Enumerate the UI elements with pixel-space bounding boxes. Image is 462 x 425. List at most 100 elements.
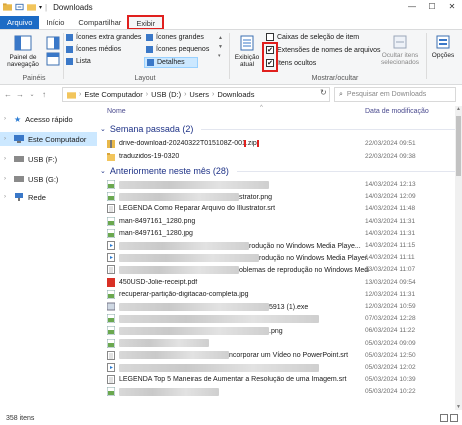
breadcrumb-chevron-icon: › bbox=[184, 91, 187, 98]
scroll-up-arrow-icon[interactable]: ▲ bbox=[456, 106, 461, 112]
group-header-last-week[interactable]: ⌄ Semana passada (2) bbox=[100, 122, 455, 136]
maximize-button[interactable]: ☐ bbox=[422, 0, 442, 12]
layout-list[interactable]: Lista bbox=[66, 58, 91, 65]
details-pane-icon[interactable] bbox=[46, 52, 60, 66]
layout-small-icons[interactable]: Ícones pequenos bbox=[146, 46, 209, 53]
large-icons-label: Ícones grandes bbox=[156, 34, 204, 41]
expand-chevron-icon[interactable]: › bbox=[4, 156, 10, 162]
navigation-pane: › ★ Acesso rápido › Este Computador › US… bbox=[0, 106, 97, 410]
breadcrumb-item[interactable]: Este Computador bbox=[84, 90, 142, 99]
expand-chevron-icon[interactable]: › bbox=[4, 136, 10, 142]
breadcrumb-item[interactable]: USB (D:) bbox=[151, 90, 181, 99]
list-item[interactable]: 14/03/2024 12:13 bbox=[100, 179, 455, 190]
details-view-icon[interactable] bbox=[440, 414, 448, 422]
list-item[interactable]: rodução no Windows Media Player.mp414/03… bbox=[100, 252, 455, 263]
breadcrumb-item[interactable]: Downloads bbox=[217, 90, 254, 99]
layout-medium-icons[interactable]: Ícones médios bbox=[66, 46, 121, 53]
list-item[interactable]: 450USD-Jolie-receipt.pdf 13/03/2024 09:54 bbox=[100, 277, 455, 288]
image-icon bbox=[100, 180, 119, 189]
list-item[interactable]: .png 06/03/2024 11:22 bbox=[100, 325, 455, 336]
file-name-text: rodução no Windows Media Player.mp4 bbox=[259, 254, 369, 262]
list-item[interactable]: LEGENDA Top 5 Maneiras de Aumentar a Res… bbox=[100, 374, 455, 385]
redacted-text bbox=[119, 314, 319, 323]
back-arrow-icon[interactable]: ← bbox=[2, 90, 14, 99]
scrollbar-thumb[interactable] bbox=[456, 116, 461, 176]
view-toggle-group bbox=[440, 414, 458, 422]
layout-extra-large-icons[interactable]: Ícones extra grandes bbox=[66, 34, 141, 41]
list-item[interactable]: man-8497161_1280.png 14/03/2024 11:31 bbox=[100, 216, 455, 227]
nav-item-network[interactable]: › Rede bbox=[0, 190, 97, 204]
collapse-chevron-icon[interactable]: ⌄ bbox=[100, 167, 106, 175]
address-path[interactable]: › Este Computador › USB (D:) › Users › D… bbox=[62, 87, 330, 102]
forward-arrow-icon[interactable]: → bbox=[14, 90, 26, 99]
current-view-button[interactable]: Exibição atual bbox=[232, 34, 262, 68]
file-name bbox=[119, 314, 369, 323]
list-item[interactable]: traduzidos-19-0320 22/03/2024 09:38 bbox=[100, 151, 455, 162]
list-item[interactable]: ncorporar um Vídeo no PowerPoint.srt 05/0… bbox=[100, 350, 455, 361]
file-name bbox=[119, 180, 369, 189]
layout-large-icons[interactable]: Ícones grandes bbox=[146, 34, 204, 41]
breadcrumb-chevron-icon: › bbox=[79, 91, 82, 98]
collapse-chevron-icon[interactable]: ⌄ bbox=[100, 125, 106, 133]
quick-access-dropdown-icon[interactable]: ▾ bbox=[39, 4, 42, 11]
hide-selected-button[interactable]: Ocultar itens selecionados bbox=[378, 34, 422, 66]
tab-view[interactable]: Exibir bbox=[127, 15, 165, 30]
list-item[interactable]: man-8497161_1280.jpg 14/03/2024 11:31 bbox=[100, 228, 455, 239]
sort-indicator-icon: ^ bbox=[260, 105, 263, 111]
properties-icon[interactable] bbox=[15, 3, 24, 11]
expand-chevron-icon[interactable]: › bbox=[4, 194, 10, 200]
new-folder-icon[interactable] bbox=[27, 3, 36, 11]
scroll-down-arrow-icon[interactable]: ▼ bbox=[456, 404, 461, 410]
file-extensions-label: Extensões de nomes de arquivos bbox=[277, 46, 381, 54]
refresh-icon[interactable]: ↻ bbox=[320, 88, 327, 97]
list-item[interactable]: 05/03/2024 10:22 bbox=[100, 386, 455, 397]
current-view-icon bbox=[240, 35, 254, 51]
nav-item-usb-f[interactable]: › USB (F:) bbox=[0, 152, 97, 166]
search-box[interactable]: ⌕ Pesquisar em Downloads bbox=[334, 87, 456, 102]
item-checkboxes-option[interactable]: Caixas de seleção de item bbox=[266, 33, 359, 41]
layout-details[interactable]: Detalhes bbox=[144, 57, 198, 68]
image-icon bbox=[100, 326, 119, 336]
tab-file[interactable]: Arquivo bbox=[0, 16, 40, 29]
list-item[interactable]: LEGENDA Como Reparar Arquivo do Illustra… bbox=[100, 203, 455, 214]
item-checkboxes-checkbox[interactable] bbox=[266, 33, 274, 41]
nav-item-quick-access[interactable]: › ★ Acesso rápido bbox=[0, 112, 97, 126]
breadcrumb-item[interactable]: Users bbox=[189, 90, 209, 99]
small-icons-icon bbox=[146, 46, 153, 53]
tab-share[interactable]: Compartilhar bbox=[71, 16, 128, 29]
minimize-button[interactable]: — bbox=[402, 0, 422, 12]
column-date-header[interactable]: Data de modificação bbox=[365, 108, 429, 115]
nav-item-usb-g[interactable]: › USB (G:) bbox=[0, 172, 97, 186]
list-item[interactable]: strator.png 14/03/2024 12:09 bbox=[100, 191, 455, 202]
group-header-earlier[interactable]: ⌄ Anteriormente neste mês (28) bbox=[100, 164, 455, 178]
file-date: 14/03/2024 12:09 bbox=[365, 193, 416, 201]
list-item[interactable]: 05/03/2024 09:09 bbox=[100, 338, 455, 349]
file-name: 450USD-Jolie-receipt.pdf bbox=[119, 279, 369, 286]
redacted-text bbox=[119, 351, 229, 360]
list-item[interactable]: drive-download-20240322T015108Z-001.zip … bbox=[100, 138, 455, 149]
expand-chevron-icon[interactable]: › bbox=[4, 116, 10, 122]
nav-item-this-pc[interactable]: › Este Computador bbox=[0, 132, 97, 146]
list-item[interactable]: 5913 (1).exe 12/03/2024 10:59 bbox=[100, 301, 455, 312]
expand-chevron-icon[interactable]: › bbox=[4, 176, 10, 182]
navigation-pane-button[interactable]: Painel de navegação bbox=[4, 34, 42, 68]
usb-drive-icon bbox=[14, 156, 24, 162]
large-icons-view-icon[interactable] bbox=[450, 414, 458, 422]
file-date: 14/03/2024 11:11 bbox=[365, 254, 415, 262]
file-extensions-option[interactable]: ✔ Extensões de nomes de arquivos bbox=[266, 46, 381, 54]
column-name-header[interactable]: Nome bbox=[107, 108, 126, 115]
recent-locations-icon[interactable]: ⌄ bbox=[26, 91, 38, 98]
tab-home[interactable]: Início bbox=[39, 16, 71, 29]
list-item[interactable]: oblemas de reprodução no Windows Media P… bbox=[100, 264, 455, 275]
options-button[interactable]: Opções bbox=[428, 34, 458, 59]
list-item[interactable]: 07/03/2024 12:28 bbox=[100, 313, 455, 324]
layout-scroll-arrows[interactable]: ▲ ▼ ▾ bbox=[218, 34, 223, 61]
list-item[interactable]: recuperar-partição-digitacao-completa.jp… bbox=[100, 289, 455, 300]
preview-pane-icon[interactable] bbox=[46, 36, 60, 50]
up-arrow-icon[interactable]: ↑ bbox=[38, 90, 50, 99]
list-item[interactable]: 05/03/2024 12:02 bbox=[100, 362, 455, 373]
file-date: 05/03/2024 12:02 bbox=[365, 364, 416, 371]
vertical-scrollbar[interactable]: ▲ ▼ bbox=[455, 106, 462, 410]
close-button[interactable]: ✕ bbox=[442, 0, 462, 12]
list-item[interactable]: rodução no Windows Media Playe... 14/03/2… bbox=[100, 240, 455, 251]
